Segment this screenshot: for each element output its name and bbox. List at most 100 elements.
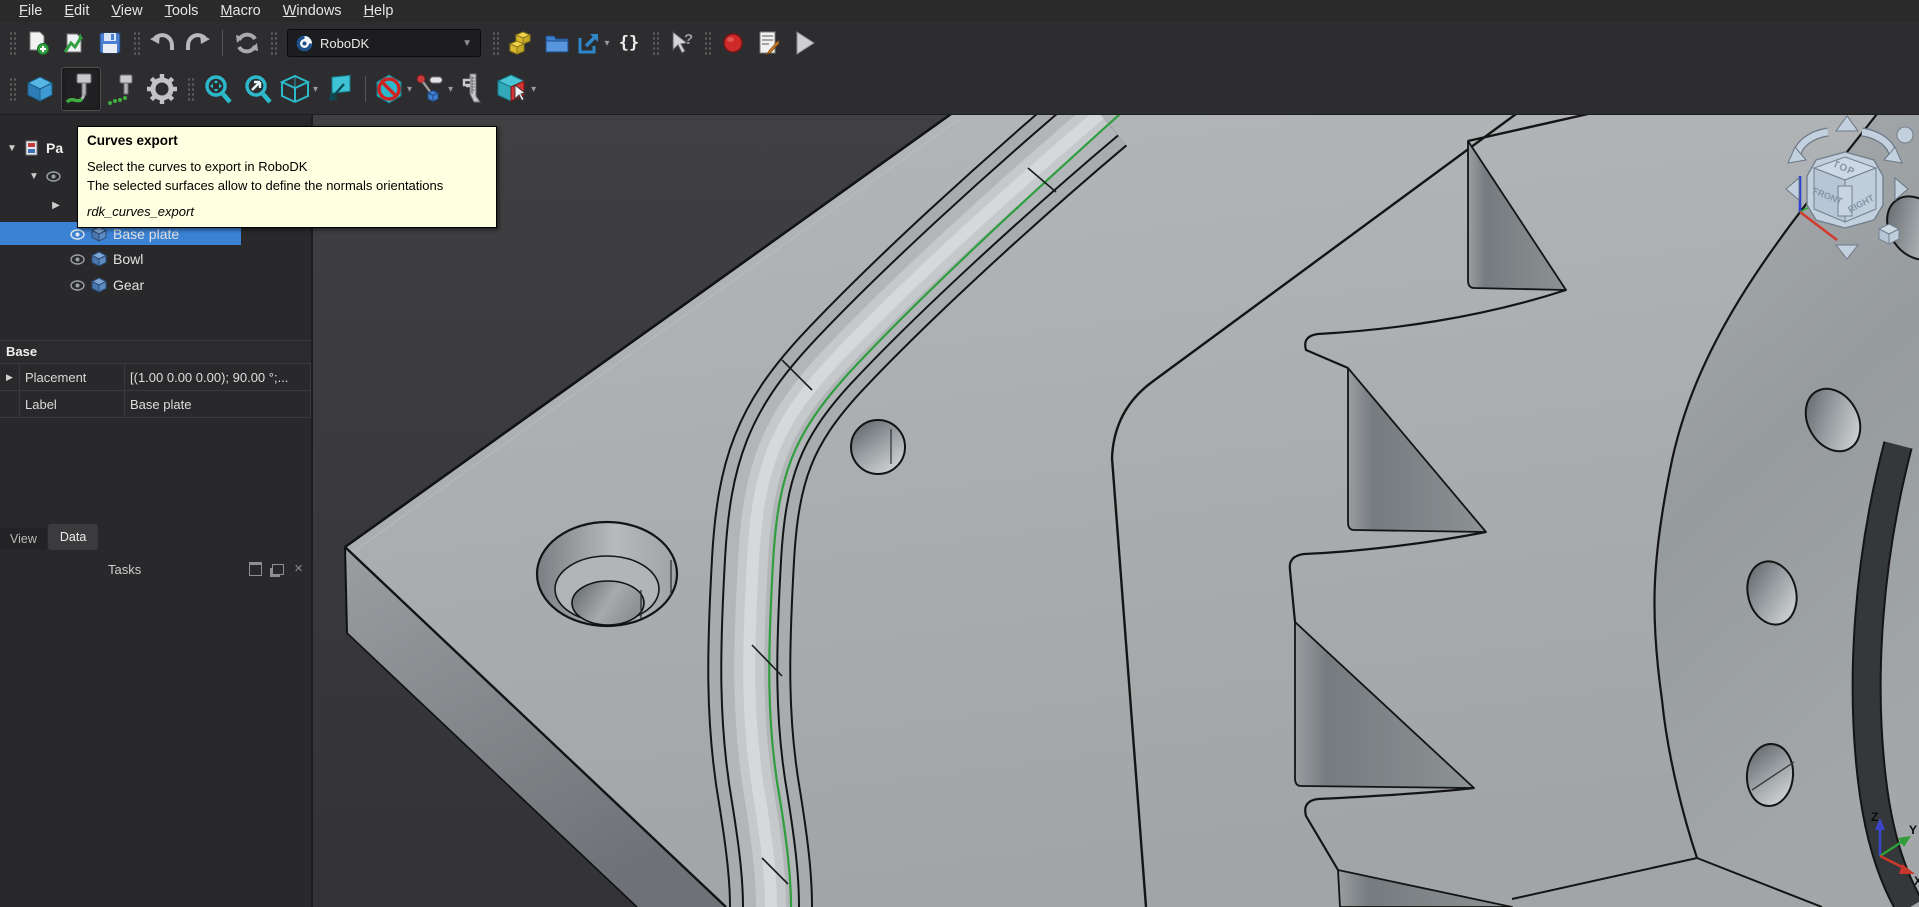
menu-tools[interactable]: Tools	[154, 2, 210, 20]
refresh-icon	[233, 30, 261, 56]
load-project-button[interactable]	[504, 25, 538, 61]
close-panel-icon[interactable]: ×	[294, 564, 303, 574]
open-document-button[interactable]	[57, 25, 91, 61]
menu-edit[interactable]: Edit	[53, 2, 100, 20]
tree-row-collapsed[interactable]: ▶	[50, 193, 62, 217]
chevron-right-icon[interactable]: ▶	[50, 200, 62, 211]
chevron-down-icon[interactable]: ▾	[313, 84, 318, 95]
project-folder-button[interactable]	[540, 25, 574, 61]
toolbar-drag-handle[interactable]	[132, 30, 140, 56]
toolbar-drag-handle[interactable]	[651, 30, 659, 56]
edit-macro-button[interactable]	[752, 25, 786, 61]
property-value[interactable]: [(1.00 0.00 0.00); 90.00 °;...	[125, 364, 311, 390]
menu-macro[interactable]: Macro	[209, 2, 271, 20]
eye-icon[interactable]	[70, 229, 85, 240]
eye-icon[interactable]	[70, 280, 85, 291]
measure-distance-icon	[414, 73, 446, 105]
save-button[interactable]	[93, 25, 127, 61]
property-row-label[interactable]: Label Base plate	[0, 391, 311, 418]
redo-button[interactable]	[181, 25, 215, 61]
export-to-robodk-button[interactable]: ▾	[576, 25, 610, 61]
document-icon	[24, 140, 40, 156]
property-value[interactable]: Base plate	[125, 391, 311, 417]
small-hole[interactable]	[851, 420, 905, 474]
navcube-freelook-sphere[interactable]	[1897, 127, 1913, 143]
menu-windows[interactable]: Windows	[272, 2, 353, 20]
tree-row-group[interactable]: ▼	[28, 164, 61, 188]
export-arrow-icon	[576, 30, 602, 56]
axis-x-label: X	[1914, 874, 1919, 888]
tree-document-label: Pa	[46, 140, 63, 156]
workbench-selector-value: RoboDK	[320, 36, 369, 51]
chevron-down-icon[interactable]: ▾	[407, 84, 412, 95]
chevron-down-icon[interactable]: ▼	[6, 143, 18, 154]
tree-item-bowl[interactable]: Bowl	[70, 247, 143, 271]
part-cube-icon	[91, 251, 107, 267]
settings-button[interactable]	[143, 68, 181, 110]
eye-icon[interactable]	[46, 171, 61, 182]
set-view-plane-button[interactable]	[320, 68, 358, 110]
zoom-selection-button[interactable]	[239, 68, 277, 110]
chevron-down-icon[interactable]: ▾	[604, 38, 609, 49]
curves-export-icon	[65, 72, 97, 106]
blue-folder-icon	[544, 31, 570, 55]
points-export-button[interactable]	[103, 68, 141, 110]
toolbar-drag-handle[interactable]	[491, 30, 499, 56]
float-panel-icon[interactable]	[272, 564, 284, 575]
menu-help[interactable]: Help	[353, 2, 405, 20]
edit-macro-icon	[756, 30, 782, 56]
navcube-mini-cube[interactable]	[1879, 224, 1899, 244]
chevron-down-icon[interactable]: ▾	[531, 84, 536, 95]
toolbar-separator	[365, 76, 366, 102]
undo-button[interactable]	[145, 25, 179, 61]
api-braces-button[interactable]: {}	[612, 25, 646, 61]
axonometric-view-button[interactable]: ▾	[279, 68, 318, 110]
toolbar-drag-handle[interactable]	[703, 30, 711, 56]
isometric-cube-button[interactable]	[21, 68, 59, 110]
toolbar-drag-handle[interactable]	[269, 30, 277, 56]
chevron-down-icon[interactable]: ▾	[448, 84, 453, 95]
curves-export-button[interactable]	[61, 67, 101, 111]
record-macro-button[interactable]	[716, 25, 750, 61]
part-cube-icon	[91, 226, 107, 242]
whats-this-icon: ?	[667, 30, 695, 56]
menu-view[interactable]: View	[100, 2, 153, 20]
counterbore-hole[interactable]	[537, 522, 677, 626]
measure-distance-button[interactable]: ▾	[414, 68, 453, 110]
axis-y-label: Y	[1909, 823, 1917, 837]
tree-item-gear[interactable]: Gear	[70, 273, 144, 297]
tooltip-description-line1: Select the curves to export in RoboDK	[87, 157, 487, 176]
whats-this-button[interactable]: ?	[664, 25, 698, 61]
tooltip-description-line2: The selected surfaces allow to define th…	[87, 176, 487, 195]
expand-arrow-icon[interactable]: ▶	[0, 364, 20, 390]
tab-view[interactable]: View	[0, 528, 47, 550]
zoom-fit-button[interactable]	[199, 68, 237, 110]
toolbar-drag-handle[interactable]	[8, 30, 16, 56]
expand-spacer	[0, 391, 20, 417]
redo-icon	[184, 30, 212, 56]
property-row-placement[interactable]: ▶ Placement [(1.00 0.00 0.00); 90.00 °;.…	[0, 364, 311, 391]
run-macro-button[interactable]	[788, 25, 822, 61]
view-toolbar: ▾ ▾ ▾	[0, 64, 1919, 115]
property-group-header[interactable]: Base	[0, 340, 311, 364]
3d-viewport[interactable]: TOP FRONT RIGHT Z Y X	[311, 114, 1919, 907]
clipping-plane-button[interactable]: ▾	[373, 68, 412, 110]
tab-data[interactable]: Data	[48, 524, 98, 550]
chevron-down-icon[interactable]: ▼	[28, 171, 40, 182]
eye-icon[interactable]	[70, 254, 85, 265]
refresh-button[interactable]	[230, 25, 264, 61]
toolbar-drag-handle[interactable]	[8, 76, 16, 102]
box-selection-icon	[495, 73, 529, 105]
toolbar-drag-handle[interactable]	[186, 76, 194, 102]
curves-export-tooltip: Curves export Select the curves to expor…	[77, 126, 497, 228]
chevron-down-icon: ▼	[462, 38, 472, 49]
new-document-button[interactable]	[21, 25, 55, 61]
tree-row-document[interactable]: ▼ Pa	[6, 136, 63, 160]
workbench-selector[interactable]: RoboDK ▼	[287, 29, 481, 57]
tasks-panel-title: Tasks	[0, 562, 249, 577]
menu-bar: File Edit View Tools Macro Windows Help	[0, 0, 1919, 22]
menu-file[interactable]: File	[8, 2, 53, 20]
box-element-selection-button[interactable]: ▾	[495, 68, 536, 110]
caliper-measure-button[interactable]	[455, 68, 493, 110]
dock-panel-icon[interactable]	[249, 562, 262, 576]
